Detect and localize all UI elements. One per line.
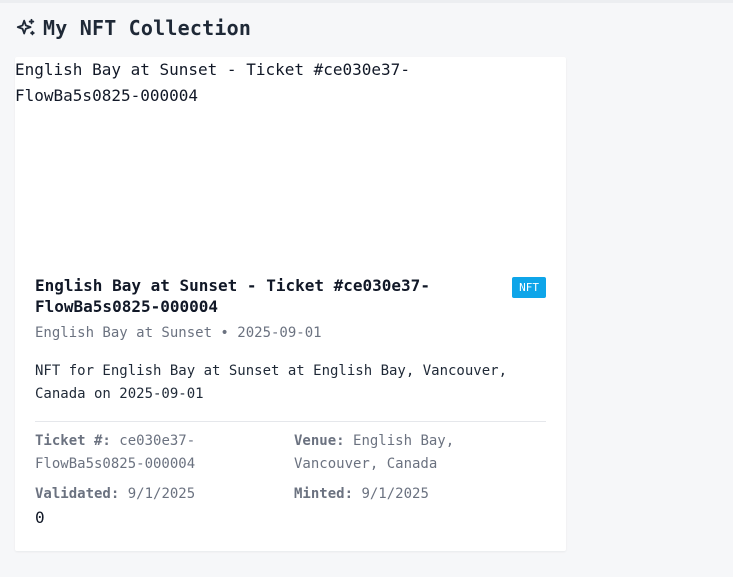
- venue-field: Venue: English Bay, Vancouver, Canada: [294, 430, 534, 476]
- validated-value: 9/1/2025: [127, 486, 196, 502]
- ticket-number-field: Ticket #: ce030e37-FlowBa5s0825-000004: [35, 430, 285, 476]
- nft-image-alt-text: English Bay at Sunset - Ticket #ce030e37…: [15, 60, 410, 105]
- nft-card-title: English Bay at Sunset - Ticket #ce030e37…: [35, 276, 430, 316]
- nft-card-subtitle: English Bay at Sunset • 2025-09-01: [35, 325, 322, 341]
- validated-label: Validated:: [35, 486, 120, 502]
- nft-card[interactable]: English Bay at Sunset - Ticket #ce030e37…: [15, 57, 566, 551]
- count-value: 0: [35, 508, 45, 527]
- venue-label: Venue:: [294, 433, 345, 449]
- divider: [35, 421, 546, 422]
- sparkles-icon: [15, 17, 37, 39]
- nft-badge: NFT: [512, 277, 546, 298]
- page-title: My NFT Collection: [43, 16, 252, 40]
- minted-label: Minted:: [294, 486, 354, 502]
- top-bar: [0, 0, 733, 3]
- validated-field: Validated: 9/1/2025: [35, 483, 285, 506]
- nft-card-description: NFT for English Bay at Sunset at English…: [35, 363, 508, 402]
- minted-field: Minted: 9/1/2025: [294, 483, 534, 506]
- ticket-number-label: Ticket #:: [35, 433, 111, 449]
- minted-value: 9/1/2025: [361, 486, 429, 502]
- page-header: My NFT Collection: [15, 16, 251, 40]
